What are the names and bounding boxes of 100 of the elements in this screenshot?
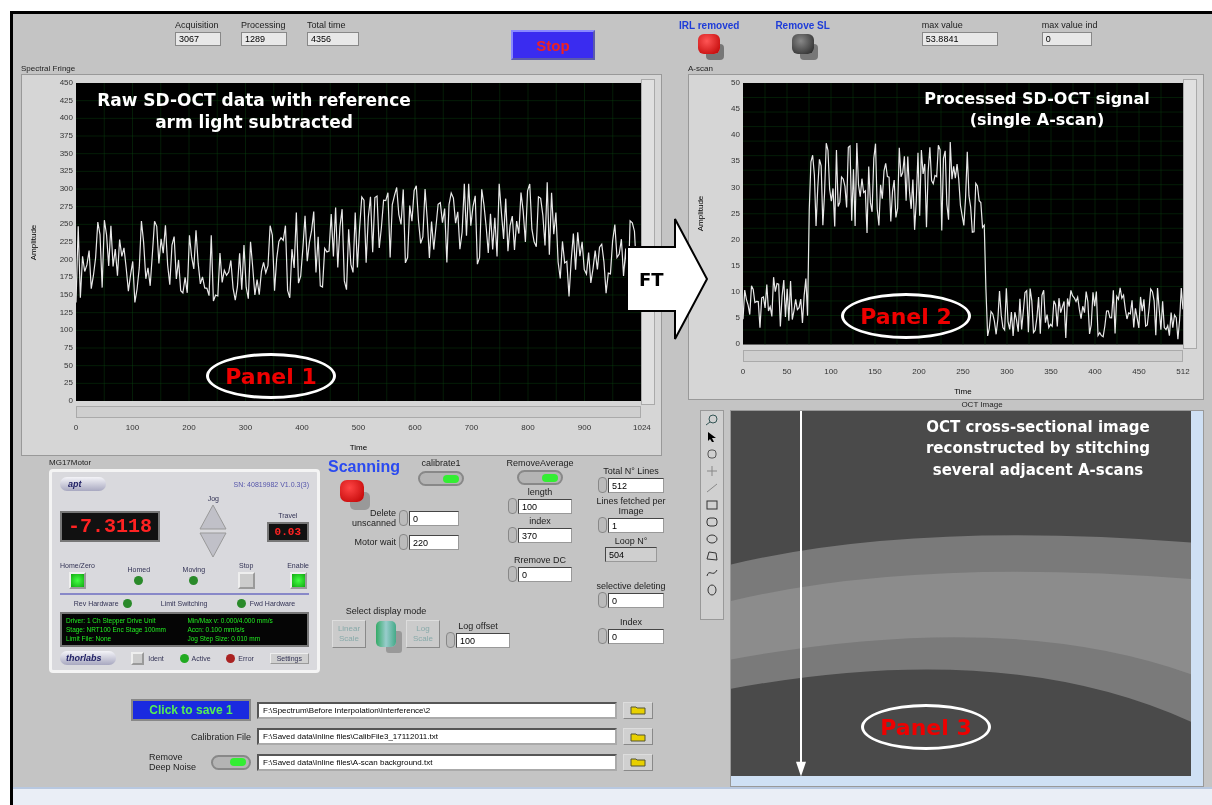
tick-label: 25 bbox=[64, 379, 73, 388]
field-label: Total N° Lines bbox=[602, 466, 660, 476]
chart-title: A-scan bbox=[688, 64, 714, 74]
path-field[interactable]: F:\Saved data\Inline files\A-scan background.txt bbox=[257, 753, 617, 771]
scrollbar[interactable] bbox=[731, 776, 1203, 786]
tick-label: 175 bbox=[59, 273, 73, 282]
field-label: Rremove DC bbox=[514, 555, 566, 565]
tick-label: 250 bbox=[955, 366, 971, 378]
scrollbar[interactable] bbox=[76, 406, 641, 418]
annotation-text: OCT cross-sectional image reconstructed by stitching several adjacent A-scans bbox=[924, 416, 1152, 482]
browse-button[interactable] bbox=[623, 753, 653, 771]
indicator-value: 4356 bbox=[307, 32, 359, 46]
numeric-field[interactable]: 0 bbox=[518, 566, 572, 582]
zoom-icon[interactable] bbox=[705, 413, 719, 426]
numeric-field[interactable]: 100 bbox=[518, 498, 572, 514]
polygon-icon[interactable] bbox=[705, 549, 719, 562]
tick-label: 10 bbox=[731, 288, 740, 297]
ellipse-icon[interactable] bbox=[705, 583, 719, 596]
scrollbar[interactable] bbox=[743, 349, 1183, 362]
incrementer[interactable] bbox=[446, 632, 455, 648]
ident-button[interactable] bbox=[131, 651, 145, 665]
scrollbar[interactable] bbox=[13, 787, 1212, 805]
tick-label: 400 bbox=[294, 423, 310, 434]
numeric-field[interactable]: 370 bbox=[518, 527, 572, 543]
incrementer[interactable] bbox=[598, 477, 607, 493]
scrollbar[interactable] bbox=[1183, 79, 1197, 349]
incrementer[interactable] bbox=[598, 628, 607, 644]
tick-label: 400 bbox=[59, 114, 73, 123]
oval-icon[interactable] bbox=[705, 532, 719, 545]
tick-label: 500 bbox=[350, 423, 367, 434]
jog-down-button[interactable] bbox=[199, 532, 228, 558]
tick-label: 50 bbox=[731, 79, 740, 87]
browse-button[interactable] bbox=[623, 701, 653, 719]
tick-label: 25 bbox=[731, 209, 740, 218]
arrow-label: FT bbox=[639, 269, 664, 290]
jog-up-button[interactable] bbox=[199, 504, 228, 530]
tick-label: 75 bbox=[64, 343, 73, 352]
annotation-text: Processed SD-OCT signal (single A-scan) bbox=[923, 89, 1151, 131]
tick-label: 275 bbox=[59, 202, 73, 211]
tick-label: 375 bbox=[59, 131, 73, 140]
numeric-field[interactable]: 0 bbox=[608, 628, 664, 644]
indicator-value: 0 bbox=[1041, 32, 1092, 46]
incrementer[interactable] bbox=[598, 592, 607, 608]
field-label: Index bbox=[619, 617, 643, 627]
axis-label: Amplitude bbox=[696, 196, 706, 232]
square-button[interactable] bbox=[289, 572, 307, 589]
tick-label: 50 bbox=[781, 366, 793, 378]
browse-button[interactable] bbox=[623, 728, 653, 745]
switch-label: RemoveAverage bbox=[506, 458, 574, 468]
tick-label: 5 bbox=[735, 314, 740, 323]
numeric-field[interactable]: 220 bbox=[409, 534, 459, 550]
scrollbar[interactable] bbox=[1191, 410, 1203, 776]
incrementer[interactable] bbox=[399, 510, 408, 526]
tick-label: 300 bbox=[237, 423, 254, 434]
panel-label: Panel 3 bbox=[861, 704, 991, 750]
numeric-field[interactable]: 0 bbox=[409, 510, 459, 526]
scanning-label: Scanning bbox=[328, 458, 400, 476]
tick-label: 15 bbox=[731, 262, 740, 270]
numeric-field[interactable]: 0 bbox=[608, 592, 664, 608]
field-label: Delete unscanned bbox=[350, 508, 396, 528]
numeric-field[interactable]: 100 bbox=[456, 632, 510, 648]
toggle-switch[interactable] bbox=[211, 754, 251, 770]
folder-icon bbox=[630, 731, 646, 742]
toggle-switch[interactable] bbox=[517, 470, 563, 485]
square-button[interactable] bbox=[69, 572, 86, 589]
tick-label: 100 bbox=[59, 326, 73, 335]
path-field[interactable]: F:\Saved data\Inline files\CalibFile3_17112011.txt bbox=[257, 728, 617, 745]
incrementer[interactable] bbox=[508, 527, 517, 543]
path-field[interactable]: F:\Spectrum\Before Interpolation\Interference\2 bbox=[257, 701, 617, 719]
readout-field: 504 bbox=[605, 547, 657, 562]
tick-label: 450 bbox=[1131, 366, 1147, 378]
rounded-rectangle-icon[interactable] bbox=[705, 515, 719, 528]
incrementer[interactable] bbox=[508, 498, 517, 514]
toggle-switch[interactable] bbox=[418, 471, 464, 486]
tick-label: 125 bbox=[59, 308, 73, 317]
mode-label: Select display mode bbox=[345, 606, 427, 616]
tick-label: 800 bbox=[520, 423, 536, 434]
tick-label: 350 bbox=[1043, 366, 1059, 378]
panel-label: Panel 2 bbox=[841, 293, 971, 339]
axis-label: Time bbox=[349, 443, 368, 454]
tick-label: 0 bbox=[735, 340, 740, 349]
save-button[interactable]: Click to save 1 bbox=[131, 699, 251, 721]
incrementer[interactable] bbox=[598, 517, 607, 533]
tick-label: 325 bbox=[59, 167, 73, 176]
tick-label: 35 bbox=[731, 157, 740, 166]
tick-label: 425 bbox=[59, 96, 73, 105]
incrementer[interactable] bbox=[508, 566, 517, 582]
indicator-label: Processing bbox=[241, 20, 286, 30]
indicator-value: 3067 bbox=[175, 32, 221, 46]
square-button[interactable] bbox=[237, 572, 255, 589]
numeric-field[interactable]: 512 bbox=[608, 477, 664, 493]
tick-label: 200 bbox=[181, 423, 197, 434]
tick-label: 350 bbox=[59, 149, 73, 158]
incrementer[interactable] bbox=[399, 534, 408, 550]
panel-label: Panel 1 bbox=[206, 353, 336, 399]
folder-icon bbox=[630, 757, 646, 767]
numeric-field[interactable]: 1 bbox=[608, 517, 664, 533]
line-icon[interactable] bbox=[705, 481, 719, 494]
field-label: Lines fetched per Image bbox=[595, 496, 667, 516]
tick-label: 200 bbox=[911, 366, 927, 378]
